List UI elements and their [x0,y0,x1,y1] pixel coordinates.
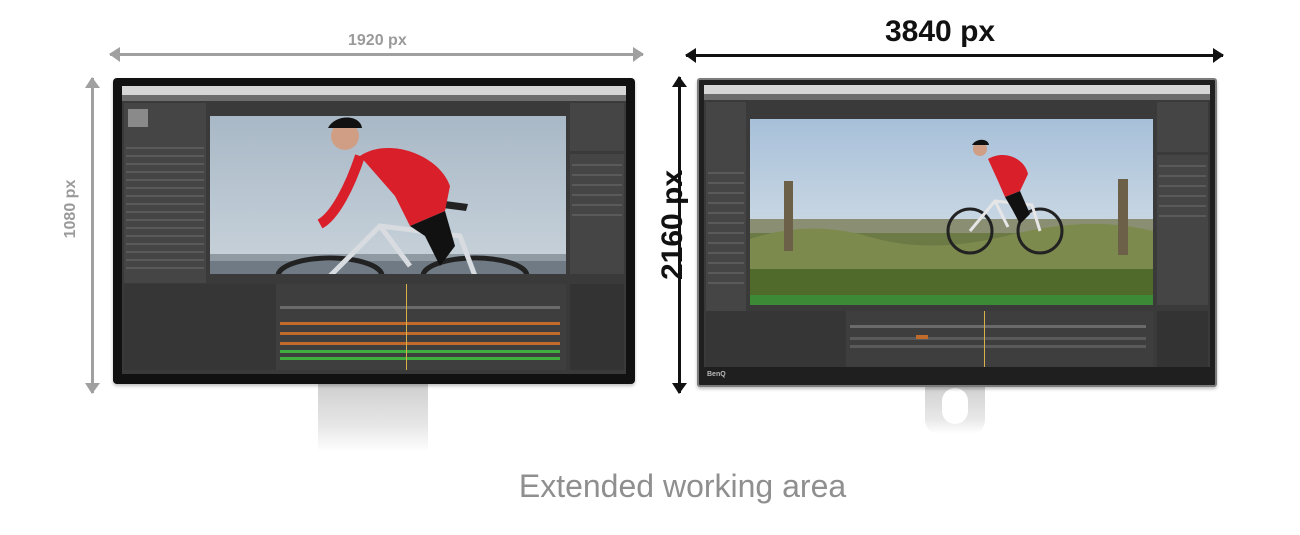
right-width-arrow-icon [685,48,1224,63]
left-paragraph-panel [570,284,624,370]
cyclist-image-left [210,117,566,274]
left-project-panel [124,103,206,283]
right-info-panel [1157,102,1208,152]
right-project-panel [706,102,746,312]
right-monitor-screen [704,85,1210,367]
benq-logo: BenQ [707,371,726,378]
right-timeline [706,311,1153,367]
left-timeline [124,284,566,370]
left-composition-viewer [210,116,566,274]
left-width-label: 1920 px [348,32,407,49]
left-info-panel [570,103,624,151]
right-monitor-stand [925,384,985,434]
left-monitor-stand [318,384,428,452]
right-composition-viewer [750,119,1153,305]
left-menubar [122,86,626,95]
right-height-arrow-icon [672,76,687,394]
right-paragraph-panel [1157,311,1208,367]
left-monitor-screen [122,86,626,374]
left-height-label: 1080 px [62,179,79,239]
left-width-arrow-icon [109,47,644,62]
right-effects-panel [1157,155,1208,305]
caption: Extended working area [518,468,847,504]
left-height-arrow-icon [85,77,100,394]
right-menubar [704,85,1210,94]
right-monitor: BenQ [697,78,1217,387]
right-toolbar [704,94,1210,100]
left-effects-panel [570,154,624,274]
right-height-label: 2160 px [656,169,689,281]
left-monitor [113,78,635,384]
left-toolbar [122,95,626,101]
cyclist-image-right [750,139,1153,305]
right-width-label: 3840 px [885,15,996,48]
